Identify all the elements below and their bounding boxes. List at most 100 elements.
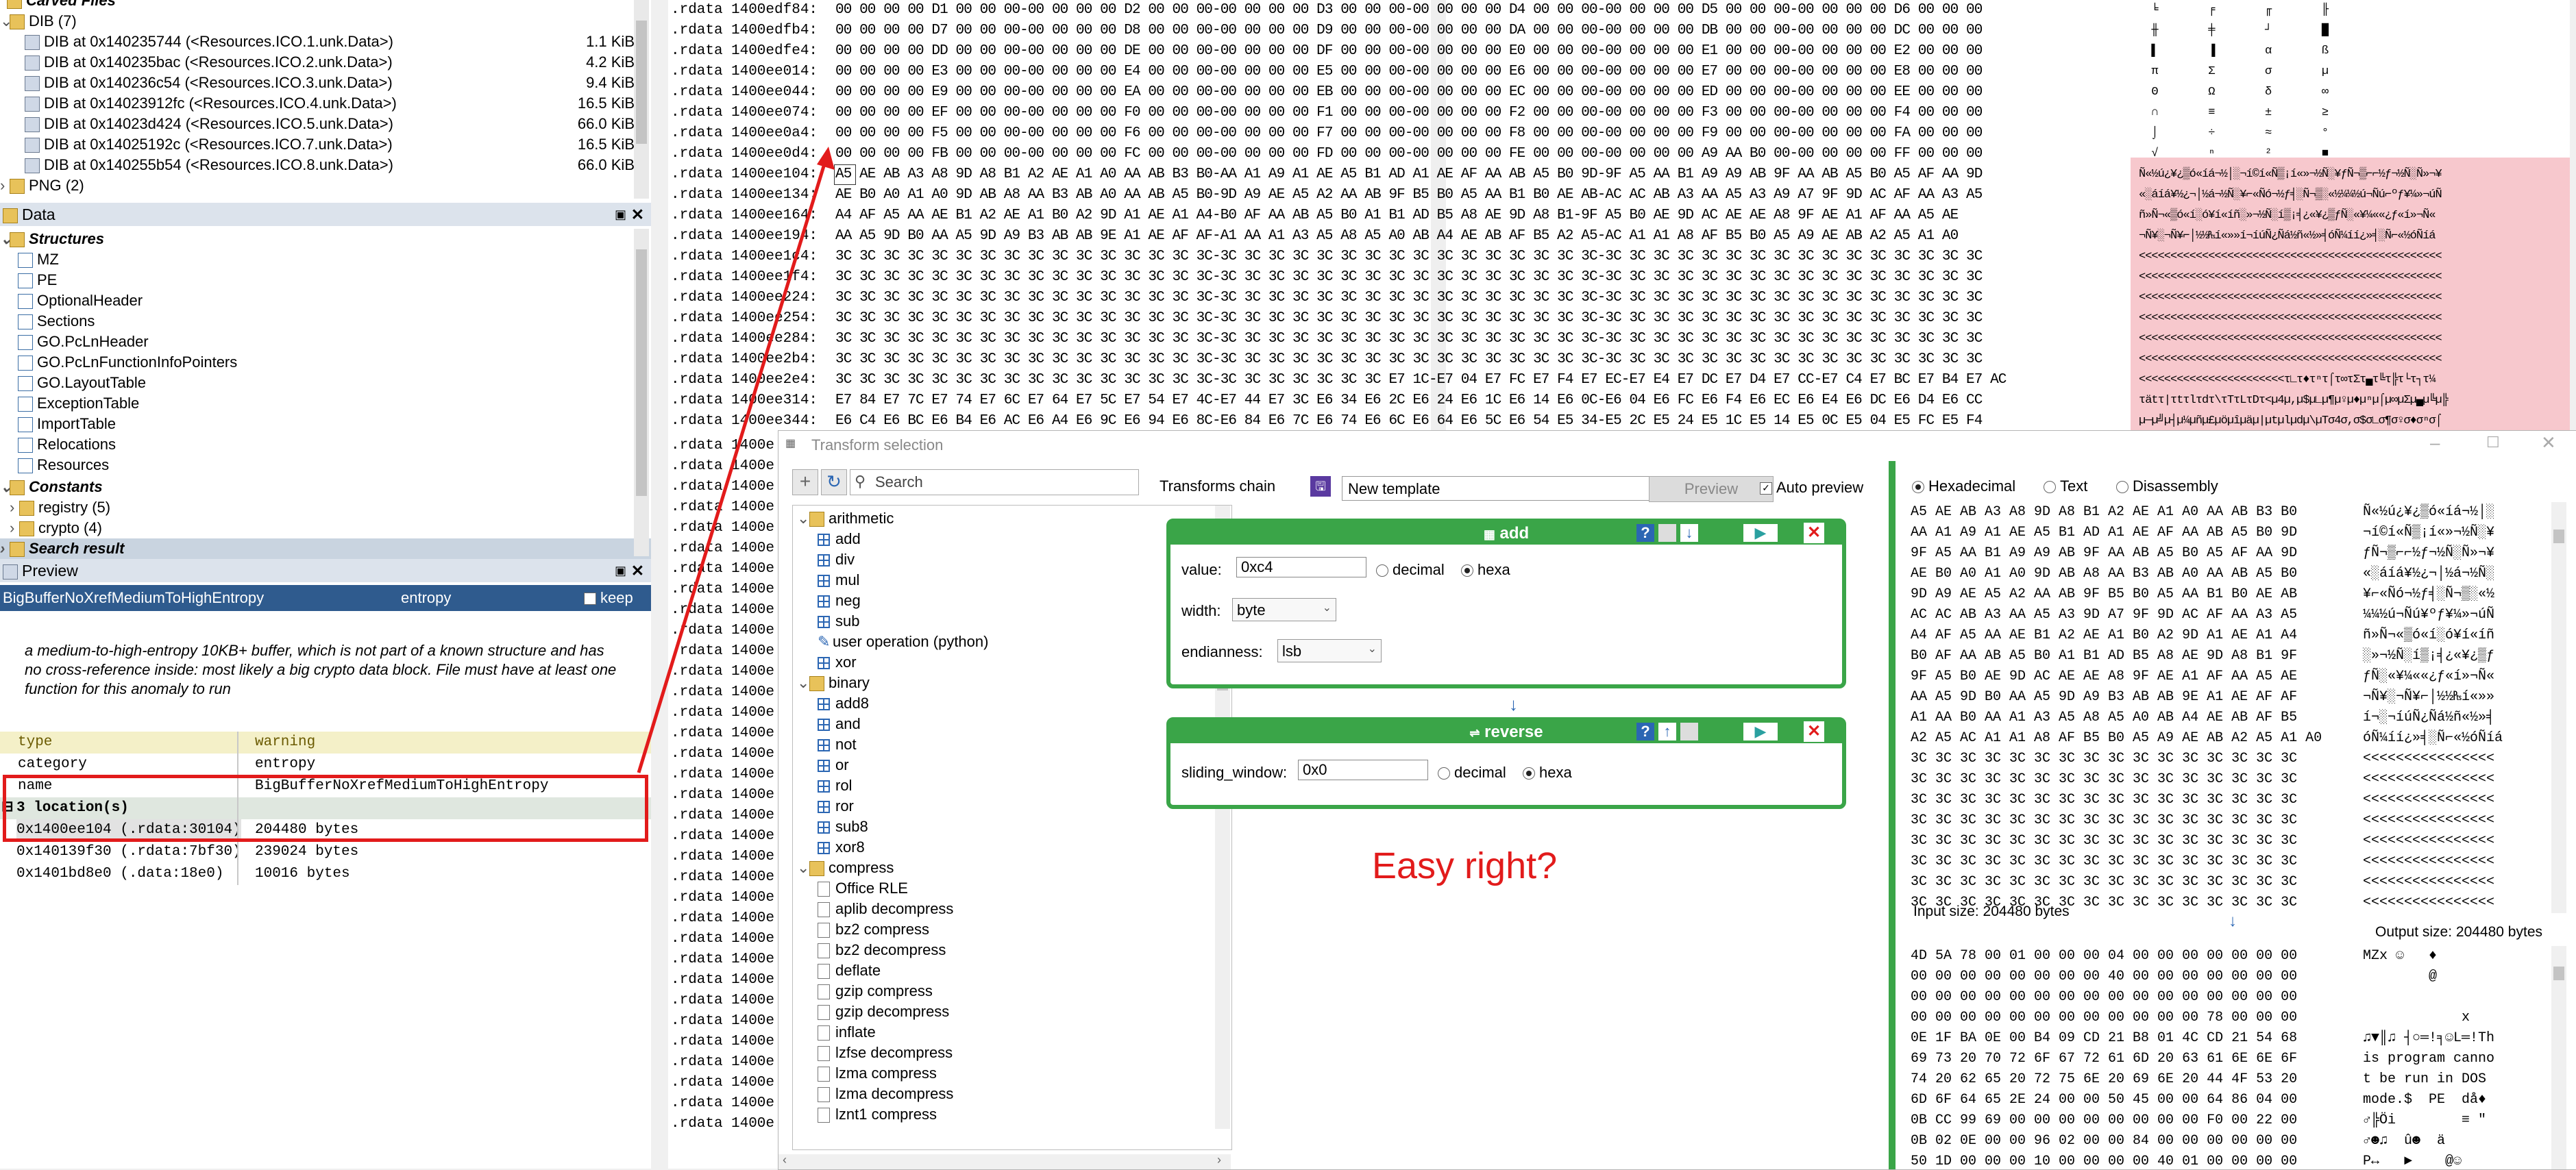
operation-item[interactable]: lznt1 compress [818, 1104, 937, 1125]
sliding-window-input[interactable] [1298, 760, 1428, 780]
preview-line: í¬░¬íúÑ¿Ñá½ñ«½»╡ [2363, 710, 2495, 725]
chevron-down-icon[interactable]: ⌄ [797, 673, 809, 693]
preview-line: t be run in DOS [2363, 1071, 2495, 1087]
preview-line: ¼¼½ú¬Ñú¥ºƒ¥¼»¬úÑ [2363, 607, 2495, 623]
help-icon[interactable]: ? [1636, 524, 1654, 542]
operation-item[interactable]: or [818, 755, 849, 775]
reverse-card-header: ⇌ reverse [1170, 721, 1842, 743]
operation-item[interactable]: bz2 decompress [818, 940, 946, 960]
operation-icon [818, 760, 830, 773]
operation-item[interactable]: add [818, 529, 861, 549]
endianness-select[interactable]: lsb ⌄ [1277, 639, 1382, 662]
chevron-left-icon[interactable]: ‹ [783, 1153, 787, 1167]
save-icon[interactable]: 🖫 [1310, 476, 1331, 497]
operation-item[interactable]: lzfse decompress [818, 1043, 953, 1063]
operation-item[interactable]: lzma compress [818, 1063, 937, 1084]
operation-item[interactable]: bz2 compress [818, 919, 929, 940]
scrollbar-thumb[interactable] [2553, 530, 2564, 543]
close-icon[interactable]: ✕ [2541, 432, 2556, 453]
output-preview[interactable]: 4D 5A 78 00 01 00 00 00 04 00 00 00 00 0… [1911, 946, 2568, 1169]
add-icon[interactable]: + [792, 469, 818, 495]
search-input[interactable]: ⚲ Search [850, 469, 1139, 495]
check-icon: ✓ [1760, 482, 1772, 495]
operation-item[interactable]: sub [818, 611, 859, 632]
decimal-radio[interactable]: decimal [1376, 561, 1445, 579]
preview-line: <<<<<<<<<<<<<<<< [2363, 792, 2495, 808]
input-preview[interactable]: A5 AE AB A3 A8 9D A8 B1 A2 AE A1 A0 AA A… [1911, 502, 2568, 913]
operation-icon [818, 698, 830, 711]
operation-item[interactable]: xor [818, 652, 857, 673]
move-up-icon[interactable] [1658, 524, 1676, 542]
preview-line: ♂╠Öi ≡ " [2363, 1112, 2487, 1128]
view-mode-disassembly[interactable]: Disassembly [2116, 477, 2218, 495]
operation-icon [818, 739, 830, 752]
preview-line: P↔ ► @☺ [2363, 1154, 2462, 1169]
page-icon [818, 1067, 830, 1082]
operation-item[interactable]: div [818, 549, 855, 570]
chevron-right-icon[interactable]: › [1217, 1153, 1221, 1167]
preview-line: ¬Ñ¥░¬Ñ¥⌐│½½₧í«»» [2363, 689, 2495, 705]
value-input[interactable] [1236, 557, 1366, 577]
view-mode-text[interactable]: Text [2044, 477, 2087, 495]
page-icon [818, 1005, 830, 1021]
operation-item[interactable]: xor8 [818, 837, 865, 858]
operation-item[interactable]: lzma decompress [818, 1084, 953, 1104]
play-icon[interactable]: ▶ [1743, 524, 1778, 542]
page-icon [818, 1025, 830, 1041]
scrollbar-thumb[interactable] [2553, 967, 2564, 980]
operation-item[interactable]: add8 [818, 693, 869, 714]
template-select[interactable]: New template ⌄ [1342, 476, 1679, 501]
operation-item[interactable]: neg [818, 590, 861, 611]
operation-item[interactable]: gzip decompress [818, 1001, 949, 1022]
operation-item[interactable]: gzip compress [818, 981, 933, 1001]
operation-item[interactable]: sub8 [818, 817, 868, 837]
preview-line: A2 A5 AC A1 A1 A8 AF B5 B0 A5 A9 AE AB A… [1911, 730, 2322, 746]
dialog-titlebar: ▦ Transform selection – ☐ ✕ [778, 431, 2576, 458]
arrow-down-icon[interactable]: ↓ [1680, 524, 1698, 542]
operation-item[interactable]: and [818, 714, 861, 734]
preview-line: 74 20 62 65 20 72 75 6E 20 69 6E 20 44 4… [1911, 1071, 2298, 1087]
preview-line: AA A1 A9 A1 AE A5 B1 AD A1 AE AF AA AB A… [1911, 525, 2298, 540]
operation-item[interactable]: Office RLE [818, 878, 908, 899]
operation-folder[interactable]: ⌄ compress [797, 858, 894, 878]
preview-line: ¬í©í«Ñ▒¡í«»¬½Ñ░¥ [2363, 525, 2495, 540]
maximize-icon[interactable]: ☐ [2486, 434, 2500, 451]
move-down-icon[interactable] [1680, 723, 1698, 740]
operation-icon [818, 616, 830, 629]
operation-item[interactable]: inflate [818, 1022, 876, 1043]
operation-folder[interactable]: ⌄ binary [797, 673, 870, 693]
hexa-radio[interactable]: hexa [1461, 561, 1510, 579]
hexa-radio[interactable]: hexa [1523, 764, 1572, 782]
close-icon[interactable]: ✕ [1804, 523, 1824, 543]
operation-folder[interactable]: ⌄ arithmetic [797, 508, 894, 529]
preview-line: 69 73 20 70 72 6F 67 72 61 6D 20 63 61 6… [1911, 1051, 2298, 1067]
preview-line: 9F A5 AA B1 A9 A9 AB 9F AA AB A5 B0 A5 A… [1911, 545, 2298, 561]
auto-preview-checkbox[interactable]: ✓ Auto preview [1760, 479, 1863, 497]
operation-item[interactable]: ror [818, 796, 854, 817]
refresh-icon[interactable]: ↻ [821, 469, 847, 495]
arrow-up-icon[interactable]: ↑ [1658, 723, 1676, 740]
help-icon[interactable]: ? [1636, 723, 1654, 740]
chevron-down-icon[interactable]: ⌄ [797, 858, 809, 878]
decimal-radio[interactable]: decimal [1438, 764, 1506, 782]
horizontal-scrollbar[interactable]: ‹ › [778, 1153, 1231, 1169]
scrollbar[interactable] [2551, 946, 2566, 1169]
operation-item[interactable]: not [818, 734, 857, 755]
operation-item[interactable]: rol [818, 775, 852, 796]
operation-item[interactable]: mul [818, 570, 859, 590]
operation-item[interactable]: aplib decompress [818, 899, 953, 919]
close-icon[interactable]: ✕ [1804, 721, 1824, 742]
scrollbar[interactable] [2551, 502, 2566, 913]
folder-icon [809, 861, 824, 877]
operation-item[interactable]: ✎ user operation (python) [818, 632, 988, 652]
chevron-down-icon[interactable]: ⌄ [797, 508, 809, 529]
preview-line: 3C 3C 3C 3C 3C 3C 3C 3C 3C 3C 3C 3C 3C 3… [1911, 751, 2298, 767]
width-select[interactable]: byte ⌄ [1232, 598, 1336, 621]
dialog-title: Transform selection [811, 436, 944, 453]
play-icon[interactable]: ▶ [1743, 723, 1778, 740]
minimize-icon[interactable]: – [2430, 432, 2440, 453]
preview-line: <<<<<<<<<<<<<<<< [2363, 751, 2495, 767]
operation-item[interactable]: deflate [818, 960, 881, 981]
view-mode-hexadecimal[interactable]: Hexadecimal [1912, 477, 2015, 495]
preview-button[interactable]: Preview [1649, 476, 1774, 502]
